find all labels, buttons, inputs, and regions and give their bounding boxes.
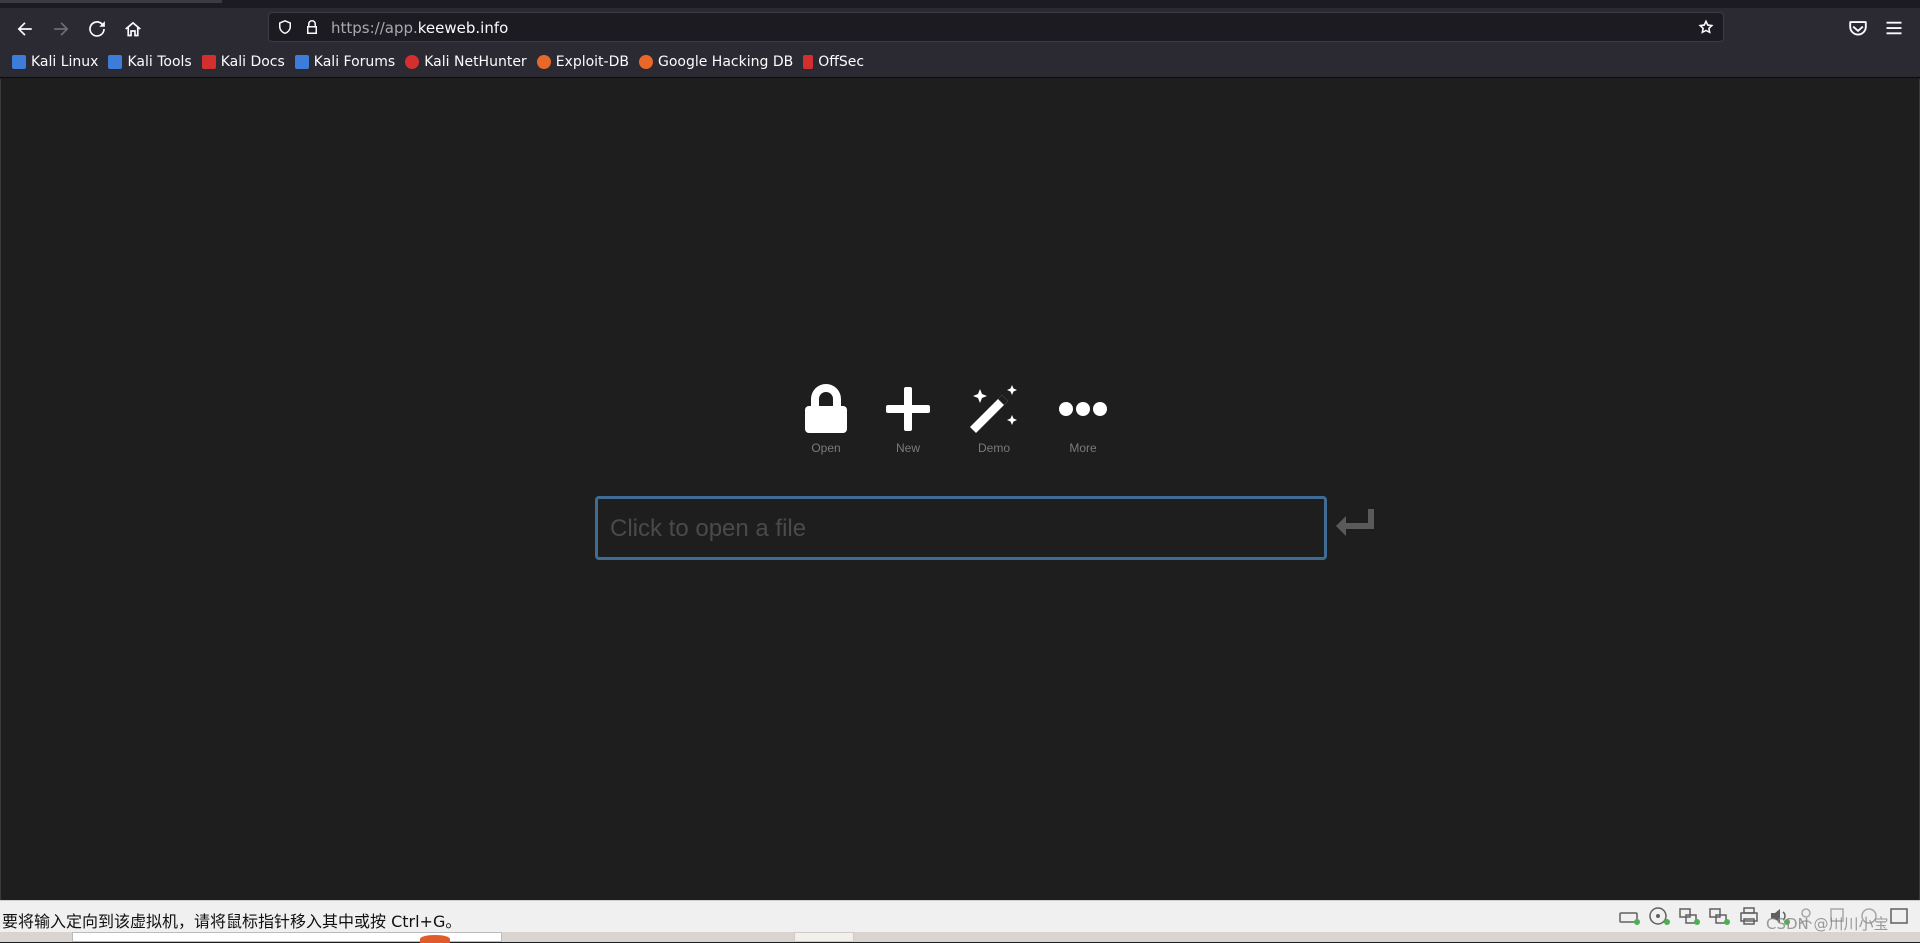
bookmark-label: Kali NetHunter xyxy=(424,53,527,70)
lock-icon[interactable] xyxy=(304,19,320,35)
action-label-more: More xyxy=(1069,441,1097,455)
hard-disk-icon[interactable] xyxy=(1618,906,1640,926)
star-icon[interactable] xyxy=(1697,18,1715,36)
dragon-icon xyxy=(12,54,26,69)
arrow-left-icon xyxy=(17,22,32,36)
demo-button[interactable]: Demo xyxy=(959,379,1029,455)
hamburger-menu-icon[interactable] xyxy=(1884,18,1904,38)
action-label-demo: Demo xyxy=(977,441,1010,455)
exploit-db-icon xyxy=(536,54,551,69)
network-adapter-2-icon[interactable] xyxy=(1708,906,1730,926)
host-taskbar xyxy=(0,932,1920,943)
bookmark-label: OffSec xyxy=(818,53,865,70)
bookmark-label: Google Hacking DB xyxy=(657,53,794,70)
ellipsis-icon xyxy=(1053,379,1113,439)
url-text[interactable]: https://app.keeweb.info xyxy=(331,19,508,37)
bookmark-label: Kali Linux xyxy=(31,53,99,70)
bookmark-offsec[interactable]: OffSec xyxy=(803,54,864,70)
bookmark-kali-forums[interactable]: Kali Forums xyxy=(294,53,396,70)
bookmark-kali-linux[interactable]: Kali Linux xyxy=(12,54,98,70)
active-tab-indicator[interactable] xyxy=(0,0,222,3)
magic-wand-icon xyxy=(964,379,1024,439)
kali-forums-icon xyxy=(294,54,309,69)
lock-icon xyxy=(796,379,856,439)
action-label-new: New xyxy=(895,441,920,455)
home-icon xyxy=(125,21,141,37)
network-adapter-icon[interactable] xyxy=(1678,906,1700,926)
open-file-placeholder: Click to open a file xyxy=(610,515,807,542)
offsec-icon xyxy=(803,54,814,69)
open-file-input[interactable]: Click to open a file xyxy=(595,496,1327,560)
cd-drive-icon[interactable] xyxy=(1648,906,1670,926)
enter-icon[interactable] xyxy=(1334,507,1374,537)
reload-button[interactable] xyxy=(84,16,110,42)
forward-button[interactable] xyxy=(48,16,74,42)
back-button[interactable] xyxy=(12,16,38,42)
bookmark-kali-nethunter[interactable]: Kali NetHunter xyxy=(405,53,527,70)
url-prefix: https://app. xyxy=(331,19,418,37)
bookmark-kali-tools[interactable]: Kali Tools xyxy=(108,53,192,70)
arrow-right-icon xyxy=(54,22,69,36)
new-button[interactable]: New xyxy=(873,379,943,455)
address-bar[interactable]: https://app.keeweb.info xyxy=(268,12,1724,42)
bookmark-google-hacking-db[interactable]: Google Hacking DB xyxy=(638,53,794,70)
plus-icon xyxy=(878,379,938,439)
home-button[interactable] xyxy=(120,16,146,42)
printer-icon[interactable] xyxy=(1738,906,1760,926)
action-label-open: Open xyxy=(811,441,841,455)
nethunter-icon xyxy=(405,54,420,69)
kali-docs-icon xyxy=(201,54,216,69)
shield-icon[interactable] xyxy=(277,19,293,35)
open-button[interactable]: Open xyxy=(791,379,861,455)
browser-toolbar: https://app.keeweb.info xyxy=(0,8,1920,46)
bookmark-label: Kali Forums xyxy=(313,53,396,70)
reload-icon xyxy=(89,21,105,37)
bookmark-label: Kali Docs xyxy=(220,53,285,70)
pocket-icon[interactable] xyxy=(1848,18,1868,38)
keeweb-app: Open New Demo More Click to open a file xyxy=(0,79,1920,900)
watermark: CSDN @川川小宝 xyxy=(1766,915,1889,933)
bookmarks-toolbar: Kali Linux Kali Tools Kali Docs Kali For… xyxy=(0,46,1920,78)
fullscreen-icon[interactable] xyxy=(1888,906,1910,926)
ghdb-icon xyxy=(638,54,653,69)
bookmark-label: Exploit-DB xyxy=(555,53,629,70)
taskbar-window-2[interactable] xyxy=(794,932,854,942)
vm-input-hint: 要将输入定向到该虚拟机，请将鼠标指针移入其中或按 Ctrl+G。 xyxy=(2,912,462,931)
tab-strip xyxy=(0,0,1920,8)
bookmark-exploit-db[interactable]: Exploit-DB xyxy=(536,53,629,70)
vm-status-bar: 要将输入定向到该虚拟机，请将鼠标指针移入其中或按 Ctrl+G。 CSDN @川… xyxy=(0,900,1920,933)
bookmark-kali-docs[interactable]: Kali Docs xyxy=(201,53,285,70)
open-actions: Open New Demo More xyxy=(791,379,1121,469)
bookmark-label: Kali Tools xyxy=(127,53,192,70)
kali-tools-icon xyxy=(108,54,123,69)
more-button[interactable]: More xyxy=(1048,379,1118,455)
url-domain: keeweb.info xyxy=(417,19,509,37)
